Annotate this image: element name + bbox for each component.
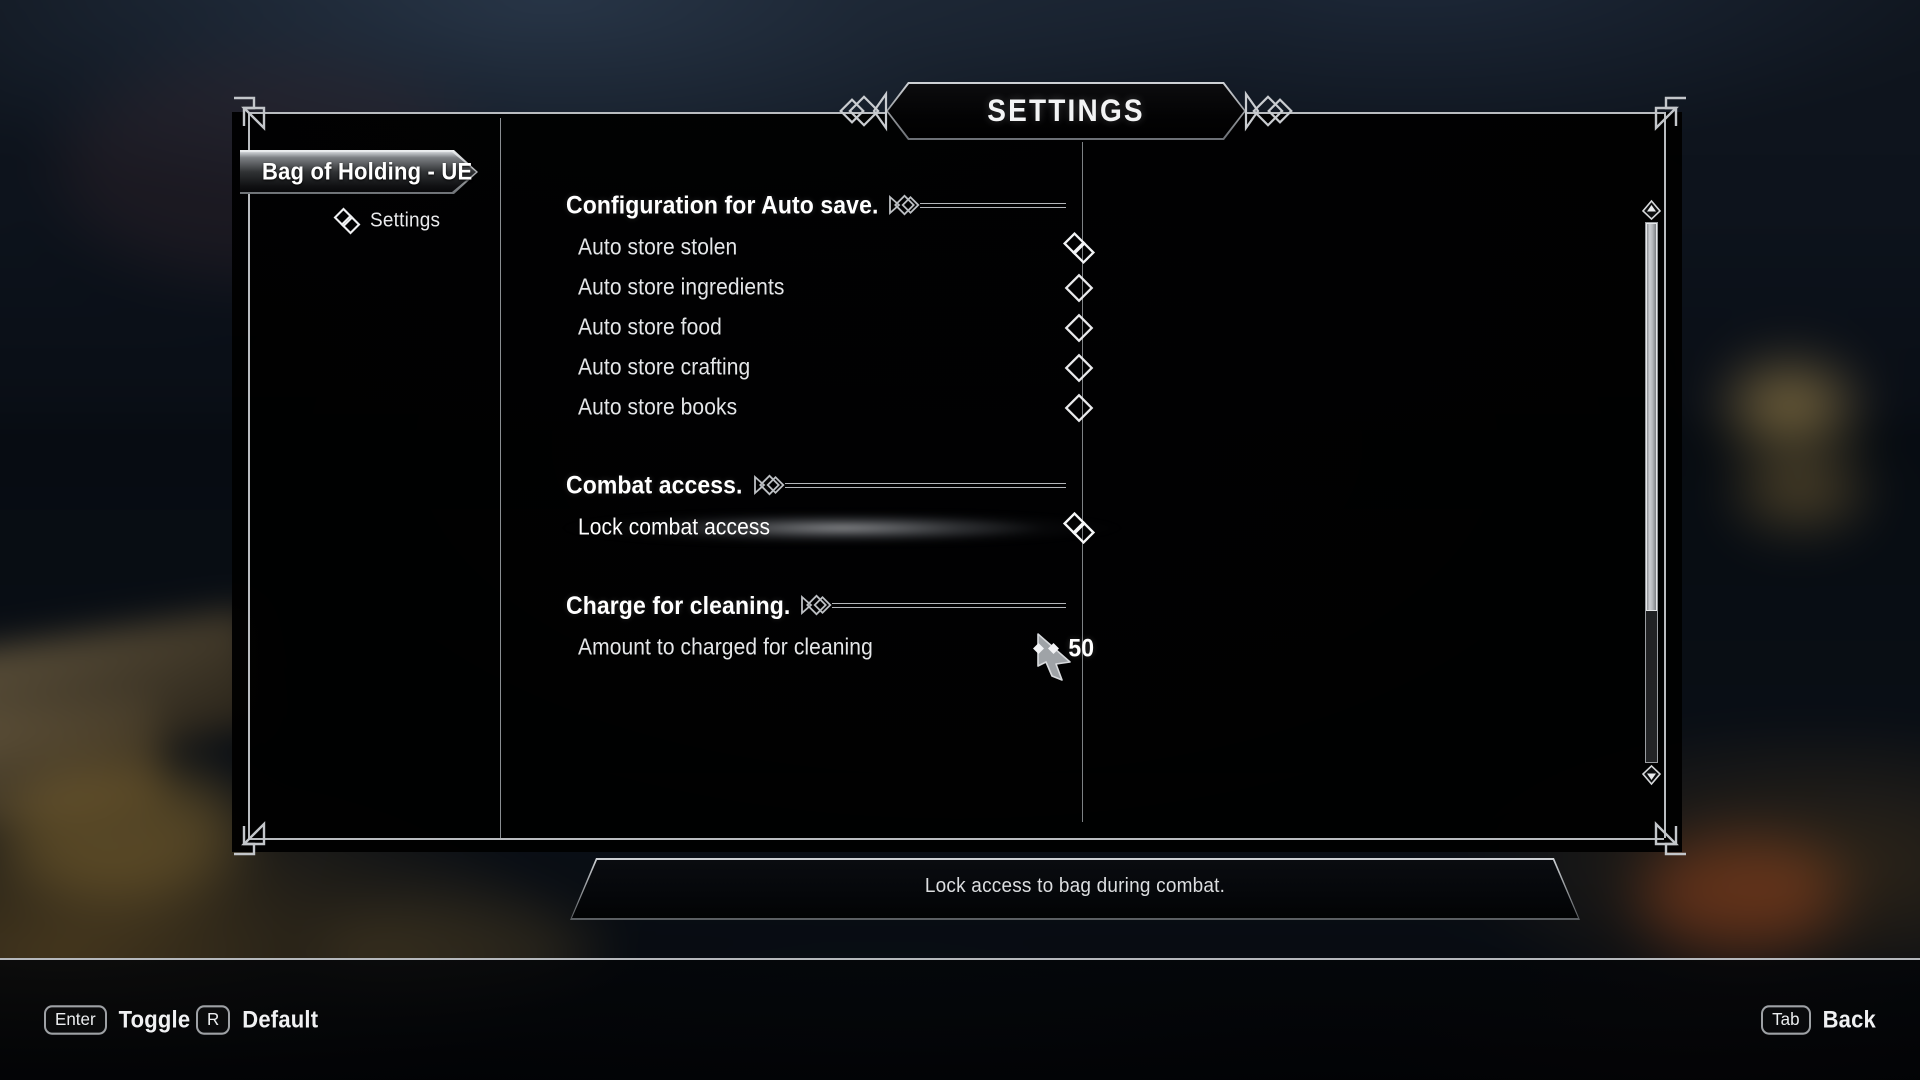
content-scrollbar[interactable] (1640, 199, 1662, 786)
checkbox-checked[interactable] (1062, 511, 1096, 545)
hud-hint-back[interactable]: Tab Back (1761, 1005, 1876, 1035)
section-combat-access: Combat access. Lock combat access (558, 468, 1126, 548)
description-bar: Lock access to bag during combat. (570, 858, 1580, 920)
keycap-r: R (196, 1005, 231, 1035)
corner-ornament-top-right (1648, 92, 1692, 136)
checkbox-unchecked[interactable] (1064, 353, 1094, 383)
section-rows: Lock combat access (558, 508, 1126, 548)
setting-row-auto-store-crafting[interactable]: Auto store crafting (566, 348, 1094, 388)
section-title: Combat access. (566, 470, 743, 499)
setting-label: Auto store crafting (578, 355, 751, 380)
frame-right-rule (1664, 112, 1666, 838)
setting-row-amount-to-charged-for-cleaning[interactable]: Amount to charged for cleaning 50 (566, 628, 1094, 668)
hud-action-back: Back (1822, 1005, 1876, 1034)
scroll-down-arrow-icon[interactable] (1641, 764, 1662, 786)
setting-row-auto-store-food[interactable]: Auto store food (566, 308, 1094, 348)
setting-row-auto-store-ingredients[interactable]: Auto store ingredients (566, 268, 1094, 308)
section-rows: Auto store stolen Auto store ingredients (566, 228, 1096, 428)
section-divider-rule (784, 482, 1067, 489)
section-header: Configuration for Auto save. (566, 188, 1066, 222)
section-divider-rule (832, 602, 1066, 609)
corner-ornament-bottom-left (228, 816, 272, 860)
nordic-knot-icon (800, 594, 834, 616)
section-header: Charge for cleaning. (566, 588, 1066, 622)
setting-label: Amount to charged for cleaning (578, 635, 873, 660)
hud-hint-toggle[interactable]: Enter Toggle (44, 1005, 191, 1035)
checkbox-unchecked[interactable] (1064, 393, 1094, 423)
nordic-knot-icon (753, 474, 787, 496)
setting-label: Auto store books (578, 395, 738, 420)
section-divider-rule (920, 202, 1066, 209)
setting-label: Auto store food (578, 315, 722, 340)
frame-top-rule-right (1246, 112, 1664, 114)
description-text: Lock access to bag during combat. (924, 874, 1226, 898)
section-title: Charge for cleaning. (566, 590, 791, 619)
hud-action-toggle: Toggle (118, 1005, 191, 1034)
corner-ornament-top-left (228, 92, 272, 136)
nordic-knot-icon (839, 90, 888, 132)
sidebar-item-bag-of-holding[interactable]: Bag of Holding - UE (240, 150, 478, 194)
keycap-enter: Enter (44, 1005, 107, 1035)
scroll-up-arrow-icon[interactable] (1641, 199, 1662, 221)
section-rows: Amount to charged for cleaning 50 (566, 628, 1094, 668)
page-title: SETTINGS (987, 93, 1145, 128)
sidebar-item-settings[interactable]: Settings (240, 207, 500, 235)
scrollbar-track[interactable] (1645, 222, 1658, 763)
sidebar-item-label: Settings (370, 209, 441, 232)
nordic-knot-icon (888, 194, 922, 216)
section-title: Configuration for Auto save. (566, 190, 879, 219)
setting-label: Auto store stolen (578, 235, 738, 260)
nordic-knot-icon (1244, 90, 1293, 132)
corner-ornament-bottom-right (1648, 816, 1692, 860)
section-header: Combat access. (566, 468, 1067, 502)
section-auto-save: Configuration for Auto save. Auto store … (566, 188, 1096, 428)
setting-row-auto-store-stolen[interactable]: Auto store stolen (566, 228, 1096, 268)
hud-action-default: Default (242, 1005, 319, 1034)
slider-control[interactable]: 50 (1032, 633, 1094, 662)
bottom-hud: Enter Toggle R Default Tab Back (0, 960, 1920, 1080)
mod-list-sidebar: Bag of Holding - UE Settings (240, 150, 500, 235)
setting-label: Auto store ingredients (578, 275, 785, 300)
frame-bottom-rule (248, 838, 1664, 840)
setting-label: Lock combat access (578, 515, 771, 540)
sidebar-separator (500, 118, 501, 838)
frame-top-rule-left (248, 112, 886, 114)
checkbox-unchecked[interactable] (1064, 273, 1094, 303)
settings-content-pane: Configuration for Auto save. Auto store … (558, 188, 1126, 674)
settings-title-banner: SETTINGS (839, 82, 1293, 140)
keycap-tab: Tab (1761, 1005, 1811, 1035)
slider-arrows-icon (1032, 639, 1060, 657)
setting-row-lock-combat-access[interactable]: Lock combat access (558, 508, 1126, 548)
scrollbar-thumb[interactable] (1646, 223, 1657, 612)
slider-value: 50 (1068, 633, 1094, 662)
checkbox-checked[interactable] (1062, 231, 1096, 265)
section-charge-for-cleaning: Charge for cleaning. Amount to charged f… (566, 588, 1094, 668)
mod-name-label: Bag of Holding - UE (262, 157, 473, 185)
hud-hint-default[interactable]: R Default (196, 1005, 319, 1035)
checkbox-unchecked[interactable] (1064, 313, 1094, 343)
interlocked-diamond-icon (333, 207, 361, 235)
setting-row-auto-store-books[interactable]: Auto store books (566, 388, 1094, 428)
